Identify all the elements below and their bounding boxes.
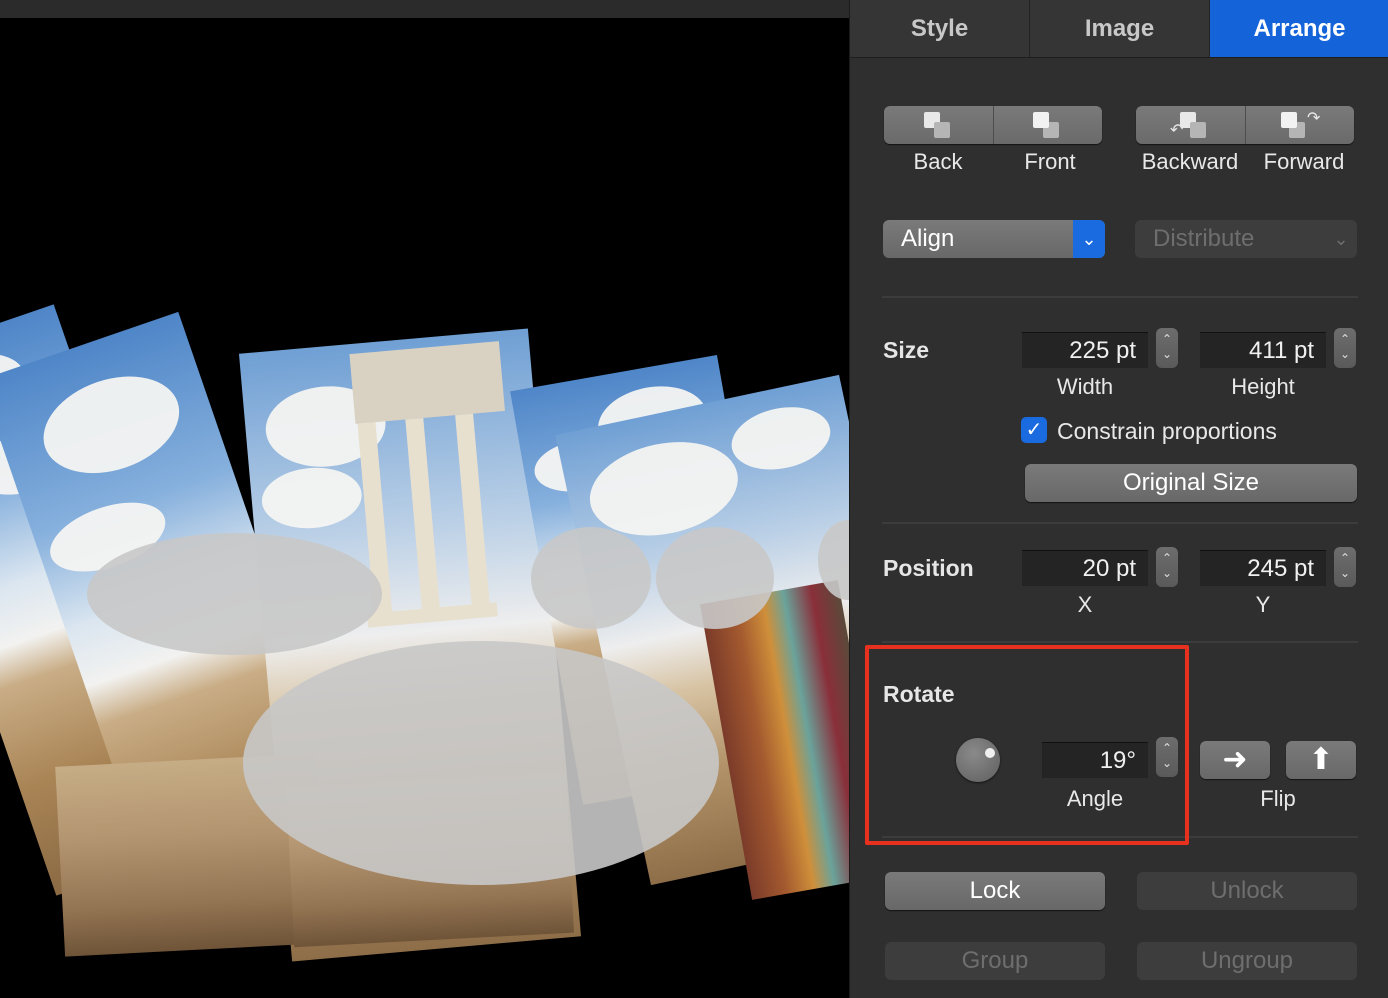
width-label: Width — [1056, 374, 1114, 399]
position-x-stepper[interactable]: ⌃ ⌄ — [1156, 547, 1178, 587]
distribute-label: Distribute — [1153, 225, 1255, 252]
back-label: Back — [913, 149, 963, 174]
ungroup-button[interactable]: Ungroup — [1137, 942, 1357, 980]
align-label: Align — [901, 225, 955, 252]
canvas-top-strip — [0, 0, 849, 18]
group-button[interactable]: Group — [885, 942, 1105, 980]
position-x-label: X — [1077, 592, 1093, 617]
width-stepper[interactable]: ⌃ ⌄ — [1156, 328, 1178, 368]
arrange-inspector-panel: Style Image Arrange Back Front ↶ ↷ Backw… — [849, 0, 1388, 998]
stepper-down-icon[interactable]: ⌄ — [1334, 348, 1356, 360]
front-label: Front — [1024, 149, 1076, 174]
send-to-back-icon[interactable] — [920, 110, 960, 140]
overlay-ellipse-small-2[interactable] — [656, 527, 774, 629]
bring-to-front-icon[interactable] — [1029, 110, 1069, 140]
constrain-proportions-label[interactable]: Constrain proportions — [1057, 418, 1277, 445]
divider — [882, 641, 1358, 643]
stepper-down-icon[interactable]: ⌄ — [1156, 348, 1178, 360]
stepper-up-icon[interactable]: ⌃ — [1156, 333, 1178, 345]
stepper-down-icon[interactable]: ⌄ — [1156, 567, 1178, 579]
chevron-down-icon: ⌄ — [1073, 220, 1105, 258]
unlock-button[interactable]: Unlock — [1137, 872, 1357, 910]
bring-forward-icon[interactable]: ↷ — [1279, 110, 1323, 140]
position-y-label: Y — [1255, 592, 1271, 617]
overlay-ellipse-small-1[interactable] — [531, 527, 651, 629]
rotate-highlight-box — [865, 645, 1189, 845]
tab-style[interactable]: Style — [850, 0, 1029, 57]
distribute-popup[interactable]: Distribute ⌄ — [1135, 220, 1357, 258]
forward-label: Forward — [1263, 149, 1345, 174]
position-y-field[interactable]: 245 pt — [1200, 550, 1326, 586]
lock-button[interactable]: Lock — [885, 872, 1105, 910]
divider — [882, 522, 1358, 524]
flip-label: Flip — [1260, 786, 1296, 811]
stepper-up-icon[interactable]: ⌃ — [1334, 552, 1356, 564]
width-field[interactable]: 225 pt — [1022, 332, 1148, 368]
backward-label: Backward — [1141, 149, 1239, 174]
send-backward-icon[interactable]: ↶ — [1170, 110, 1214, 140]
stepper-up-icon[interactable]: ⌃ — [1334, 333, 1356, 345]
align-popup[interactable]: Align ⌄ — [883, 220, 1105, 258]
chevron-down-icon: ⌄ — [1333, 229, 1349, 249]
position-y-stepper[interactable]: ⌃ ⌄ — [1334, 547, 1356, 587]
document-canvas[interactable] — [0, 0, 849, 998]
overlay-ellipse-left[interactable] — [87, 533, 382, 655]
tab-image[interactable]: Image — [1030, 0, 1209, 57]
stepper-up-icon[interactable]: ⌃ — [1156, 552, 1178, 564]
divider — [882, 296, 1358, 298]
height-stepper[interactable]: ⌃ ⌄ — [1334, 328, 1356, 368]
back-front-segmented-control — [884, 106, 1102, 144]
constrain-proportions-checkbox[interactable]: ✓ — [1021, 417, 1047, 443]
position-section-title: Position — [883, 555, 974, 581]
flip-horizontal-button[interactable]: ➜ — [1200, 741, 1270, 779]
height-field[interactable]: 411 pt — [1200, 332, 1326, 368]
height-label: Height — [1231, 374, 1295, 399]
overlay-ellipse-large[interactable] — [243, 641, 719, 885]
size-section-title: Size — [883, 337, 930, 363]
position-x-field[interactable]: 20 pt — [1022, 550, 1148, 586]
inspector-tabs: Style Image Arrange — [850, 0, 1388, 58]
tab-arrange[interactable]: Arrange — [1210, 0, 1388, 57]
original-size-button[interactable]: Original Size — [1025, 464, 1357, 502]
backward-forward-segmented-control: ↶ ↷ — [1136, 106, 1354, 144]
stepper-down-icon[interactable]: ⌄ — [1334, 567, 1356, 579]
flip-vertical-button[interactable]: ⬆ — [1286, 741, 1356, 779]
